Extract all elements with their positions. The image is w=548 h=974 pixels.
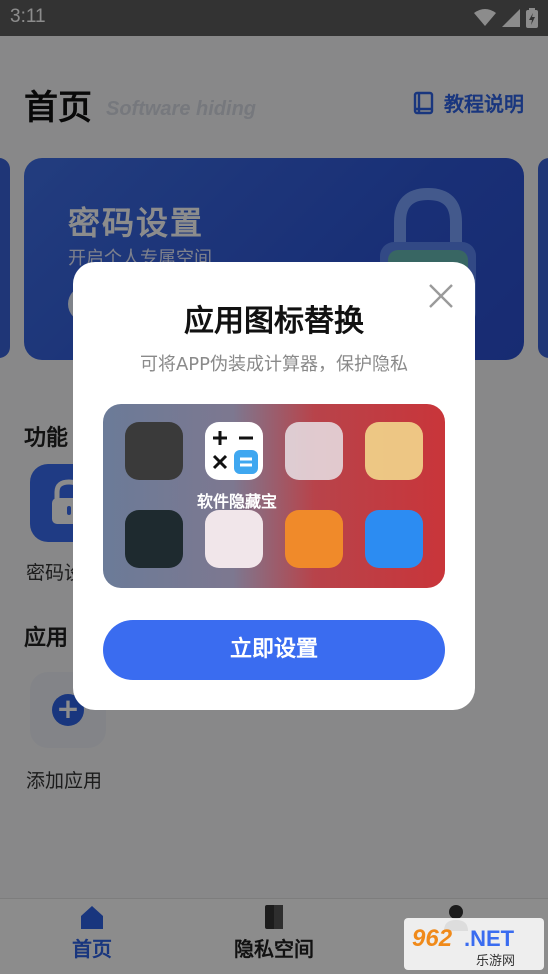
notes-app-icon <box>365 422 423 480</box>
books-app-icon <box>285 510 343 568</box>
reminders-app-icon <box>285 422 343 480</box>
close-icon[interactable] <box>427 282 455 310</box>
icon-replace-dialog: 应用图标替换 可将APP伪装成计算器，保护隐私 软件隐藏宝 立即设置 <box>73 262 475 710</box>
dialog-title: 应用图标替换 <box>184 304 364 339</box>
site-watermark-logo: 962 .NET 乐游网 <box>404 918 544 970</box>
calculator-icon <box>205 422 263 480</box>
icon-preview-image: 软件隐藏宝 <box>103 404 445 588</box>
clock-app-icon <box>125 422 183 480</box>
svg-text:962: 962 <box>412 925 453 952</box>
appstore-app-icon <box>365 510 423 568</box>
preview-app-label: 软件隐藏宝 <box>196 492 277 511</box>
dialog-subtitle: 可将APP伪装成计算器，保护隐私 <box>139 354 409 375</box>
svg-text:乐游网: 乐游网 <box>476 954 515 969</box>
stocks-app-icon <box>125 510 183 568</box>
set-now-button[interactable]: 立即设置 <box>103 620 445 680</box>
svg-text:.NET: .NET <box>464 926 515 951</box>
news-app-icon <box>205 510 263 568</box>
